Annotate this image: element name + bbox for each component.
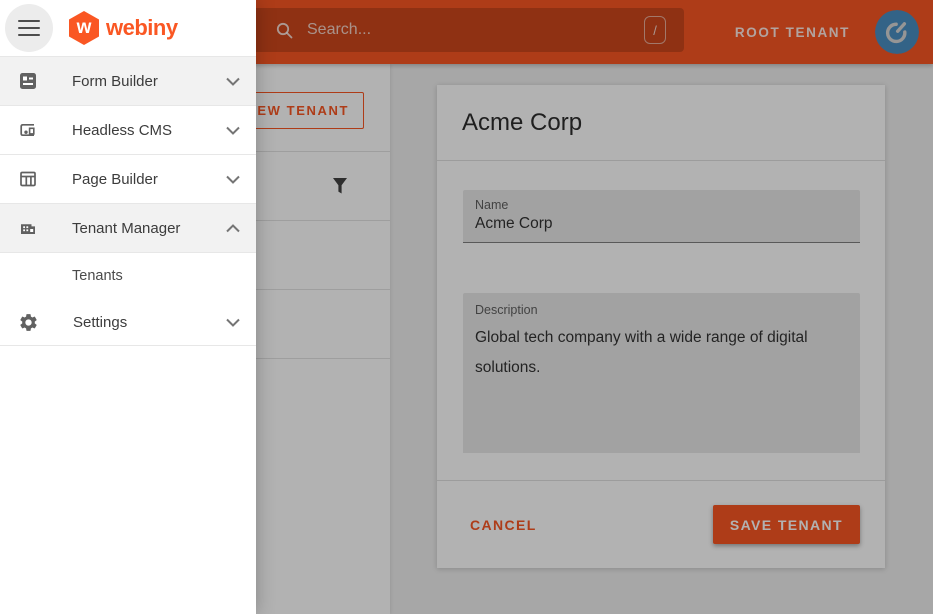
headless-cms-icon — [18, 120, 38, 140]
hamburger-icon — [18, 20, 40, 23]
chevron-down-icon — [226, 175, 240, 184]
webiny-logo[interactable]: w webiny — [69, 11, 178, 45]
sidebar-item-tenants[interactable]: Tenants — [0, 253, 256, 299]
tenant-manager-icon — [18, 218, 38, 238]
sidebar-item-tenant-manager[interactable]: Tenant Manager — [0, 204, 256, 253]
sidebar-item-label: Form Builder — [72, 73, 158, 90]
navigation-drawer: w webiny Form Builder Headless CMS — [0, 0, 256, 614]
sidebar-item-label: Headless CMS — [72, 122, 172, 139]
page-builder-icon — [18, 169, 38, 189]
sidebar-item-label: Tenant Manager — [72, 220, 180, 237]
webiny-logo-hexagon: w — [69, 11, 99, 45]
sidebar-item-label: Tenants — [72, 268, 123, 284]
sidebar-item-label: Settings — [73, 314, 127, 331]
sidebar-item-settings[interactable]: Settings — [0, 299, 256, 346]
sidebar-item-form-builder[interactable]: Form Builder — [0, 57, 256, 106]
chevron-down-icon — [226, 77, 240, 86]
gear-icon — [18, 312, 39, 333]
form-builder-icon — [18, 71, 38, 91]
sidebar-item-headless-cms[interactable]: Headless CMS — [0, 106, 256, 155]
chevron-down-icon — [226, 126, 240, 135]
chevron-down-icon — [226, 318, 240, 327]
hamburger-menu-button[interactable] — [5, 4, 53, 52]
webiny-logo-wordmark: webiny — [106, 15, 178, 41]
sidebar-item-page-builder[interactable]: Page Builder — [0, 155, 256, 204]
sidebar-item-label: Page Builder — [72, 171, 158, 188]
chevron-up-icon — [226, 224, 240, 233]
